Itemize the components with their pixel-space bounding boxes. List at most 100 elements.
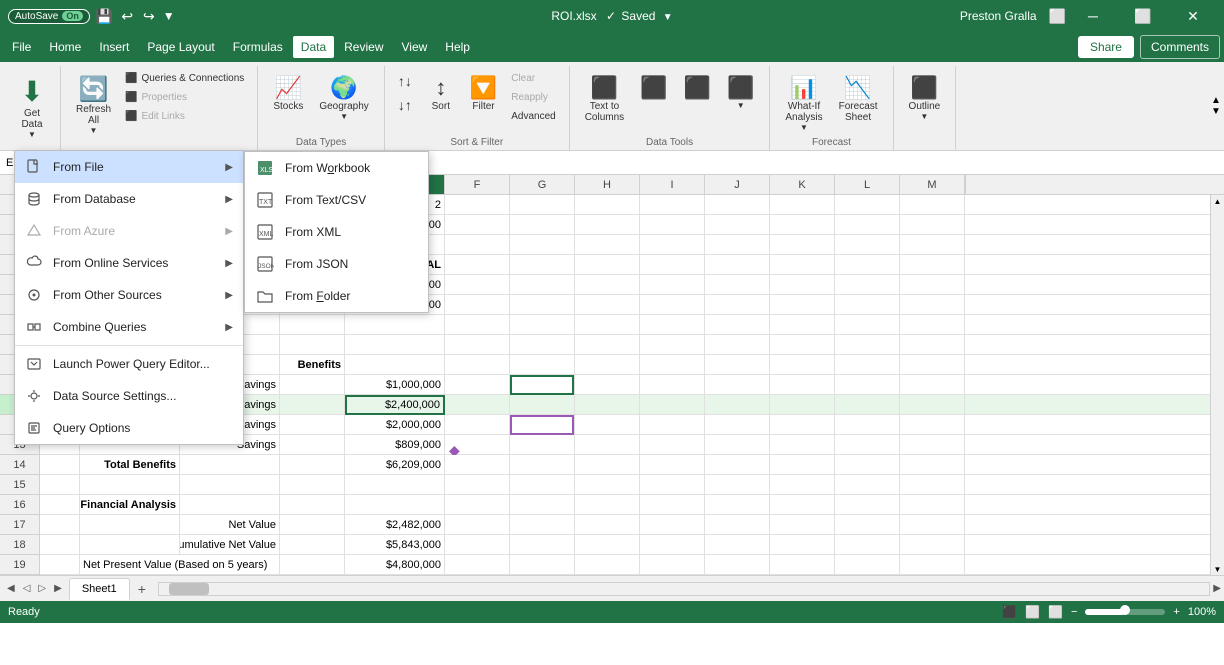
cell-13-E[interactable]: $809,000 — [345, 435, 445, 455]
cell-2-I[interactable] — [640, 215, 705, 235]
title-dropdown-icon[interactable]: ▼ — [663, 12, 673, 23]
scroll-down-btn[interactable]: ▼ — [1212, 563, 1224, 575]
cell-9-E[interactable] — [345, 355, 445, 375]
next-sheet-btn2[interactable]: ▶ — [51, 583, 65, 594]
cell-11-J[interactable] — [705, 395, 770, 415]
share-button[interactable]: Share — [1078, 36, 1134, 58]
cell-6-M[interactable] — [900, 295, 965, 315]
cell-19-I[interactable] — [640, 555, 705, 575]
from-workbook-item[interactable]: XLS From Workbook — [245, 152, 428, 184]
cell-4-F[interactable] — [445, 255, 510, 275]
cell-7-E[interactable] — [345, 315, 445, 335]
cell-15-J[interactable] — [705, 475, 770, 495]
cell-7-M[interactable] — [900, 315, 965, 335]
cell-17-G[interactable] — [510, 515, 575, 535]
stocks-button[interactable]: 📈 Stocks — [266, 70, 310, 117]
menu-data[interactable]: Data — [293, 36, 334, 58]
cell-17-J[interactable] — [705, 515, 770, 535]
cell-5-L[interactable] — [835, 275, 900, 295]
col-header-F[interactable]: F — [445, 175, 510, 194]
cell-10-E[interactable]: $1,000,000 — [345, 375, 445, 395]
advanced-button[interactable]: Advanced — [506, 108, 560, 125]
cell-8-I[interactable] — [640, 335, 705, 355]
ribbon-scroll-up[interactable]: ▲▼ — [1208, 62, 1224, 150]
cell-3-L[interactable] — [835, 235, 900, 255]
menu-view[interactable]: View — [394, 36, 436, 58]
cell-19-M[interactable] — [900, 555, 965, 575]
menu-from-database[interactable]: From Database ▶ — [15, 183, 243, 215]
scroll-up-btn[interactable]: ▲ — [1212, 195, 1224, 207]
get-data-button[interactable]: ⬇ Get Data ▼ — [12, 70, 52, 144]
sheet-tab-sheet1[interactable]: Sheet1 — [69, 578, 130, 600]
col-header-M[interactable]: M — [900, 175, 965, 194]
cell-3-H[interactable] — [575, 235, 640, 255]
cell-6-J[interactable] — [705, 295, 770, 315]
menu-data-source-settings[interactable]: Data Source Settings... — [15, 380, 243, 412]
menu-combine[interactable]: Combine Queries ▶ — [15, 311, 243, 343]
cell-16-H[interactable] — [575, 495, 640, 515]
cell-10-L[interactable] — [835, 375, 900, 395]
col-header-J[interactable]: J — [705, 175, 770, 194]
cell-16-L[interactable] — [835, 495, 900, 515]
refresh-button[interactable]: 🔄 Refresh All ▼ — [69, 70, 118, 140]
cell-14-J[interactable] — [705, 455, 770, 475]
scroll-right-btn[interactable]: ▶ — [1210, 583, 1224, 594]
cell-10-M[interactable] — [900, 375, 965, 395]
cell-8-M[interactable] — [900, 335, 965, 355]
menu-home[interactable]: Home — [41, 36, 89, 58]
outline-dropdown[interactable]: ▼ — [920, 112, 928, 121]
view-page-break-icon[interactable]: ⬜ — [1048, 605, 1063, 619]
cell-1-M[interactable] — [900, 195, 965, 215]
menu-insert[interactable]: Insert — [91, 36, 137, 58]
cell-5-F[interactable] — [445, 275, 510, 295]
cell-8-K[interactable] — [770, 335, 835, 355]
cell-1-I[interactable] — [640, 195, 705, 215]
cell-13-D[interactable] — [280, 435, 345, 455]
cell-12-D[interactable] — [280, 415, 345, 435]
data-val-dropdown[interactable]: ▼ — [737, 101, 745, 110]
filter-button[interactable]: 🔽 Filter — [463, 70, 504, 117]
cell-16-C[interactable] — [180, 495, 280, 515]
cell-11-M[interactable] — [900, 395, 965, 415]
new-sheet-button[interactable]: + — [130, 579, 154, 599]
col-header-K[interactable]: K — [770, 175, 835, 194]
col-header-G[interactable]: G — [510, 175, 575, 194]
cell-11-D[interactable] — [280, 395, 345, 415]
cell-9-M[interactable] — [900, 355, 965, 375]
cell-19-K[interactable] — [770, 555, 835, 575]
cell-18-F[interactable] — [445, 535, 510, 555]
cell-9-J[interactable] — [705, 355, 770, 375]
cell-13-L[interactable] — [835, 435, 900, 455]
cell-19-E[interactable]: $4,800,000 — [345, 555, 445, 575]
cell-2-G[interactable] — [510, 215, 575, 235]
cell-13-F[interactable]: ◆ — [445, 435, 510, 455]
cell-17-C[interactable]: Net Value — [180, 515, 280, 535]
cell-10-K[interactable] — [770, 375, 835, 395]
cell-4-J[interactable] — [705, 255, 770, 275]
cell-14-B[interactable]: Total Benefits — [80, 455, 180, 475]
cell-8-J[interactable] — [705, 335, 770, 355]
cell-13-K[interactable] — [770, 435, 835, 455]
cell-1-L[interactable] — [835, 195, 900, 215]
cell-18-J[interactable] — [705, 535, 770, 555]
zoom-in-btn[interactable]: + — [1173, 606, 1179, 618]
geography-dropdown[interactable]: ▼ — [340, 112, 348, 121]
properties-button[interactable]: ⬛ Properties — [120, 89, 249, 106]
menu-review[interactable]: Review — [336, 36, 391, 58]
cell-12-I[interactable] — [640, 415, 705, 435]
cell-12-G[interactable] — [510, 415, 575, 435]
cell-3-I[interactable] — [640, 235, 705, 255]
col-header-H[interactable]: H — [575, 175, 640, 194]
cell-3-F[interactable] — [445, 235, 510, 255]
cell-15-K[interactable] — [770, 475, 835, 495]
what-if-dropdown[interactable]: ▼ — [800, 123, 808, 132]
cell-17-F[interactable] — [445, 515, 510, 535]
cell-6-G[interactable] — [510, 295, 575, 315]
cell-7-F[interactable] — [445, 315, 510, 335]
cell-19-L[interactable] — [835, 555, 900, 575]
cell-17-A[interactable] — [40, 515, 80, 535]
cell-10-F[interactable] — [445, 375, 510, 395]
cell-15-G[interactable] — [510, 475, 575, 495]
cell-9-L[interactable] — [835, 355, 900, 375]
cell-12-J[interactable] — [705, 415, 770, 435]
